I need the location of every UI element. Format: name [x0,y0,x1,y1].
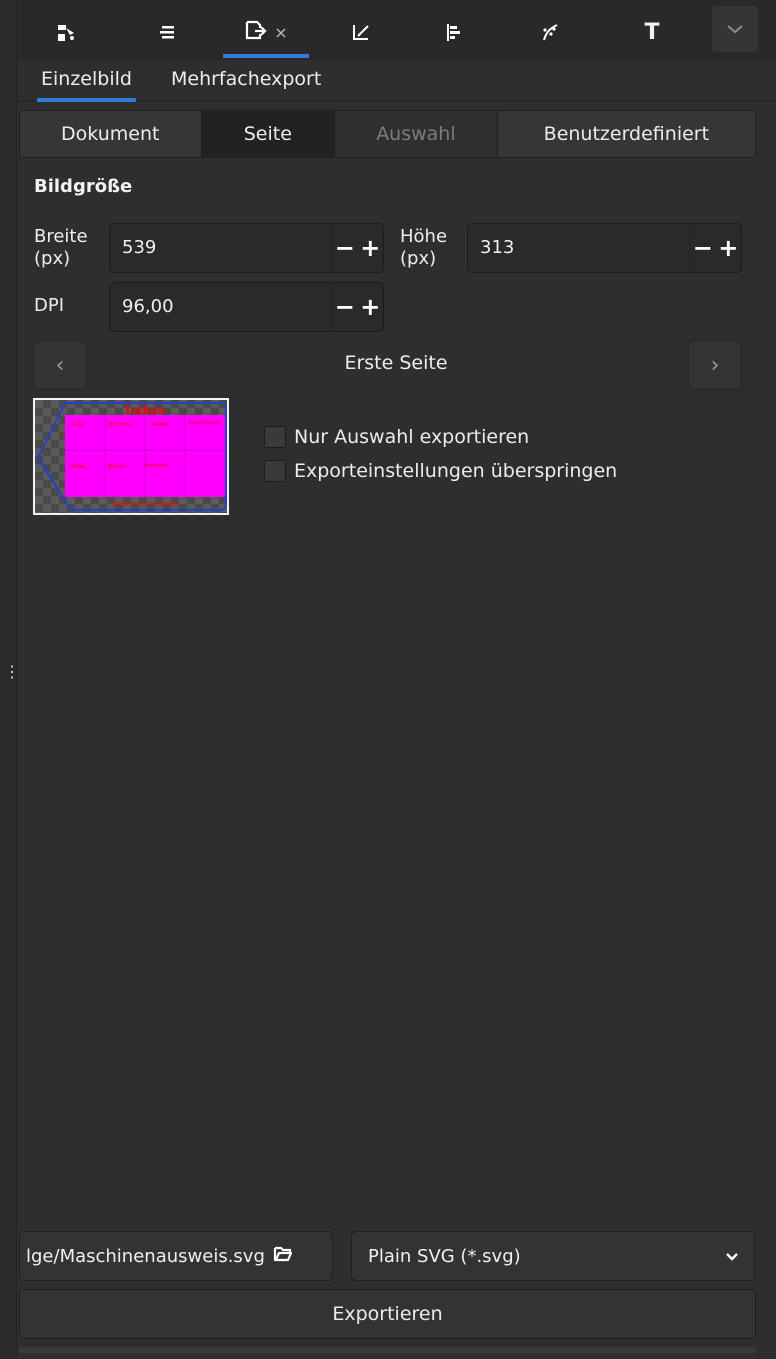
path-effects-icon[interactable] [515,8,585,56]
dock-gutter[interactable]: ⋮ [0,0,20,1359]
next-page-button[interactable]: › [688,340,742,390]
xml-editor-icon[interactable] [326,8,396,56]
previous-page-button[interactable]: ‹ [33,340,87,390]
height-spinbox: 313 − + [467,223,742,273]
dpi-increment-button[interactable]: + [360,293,380,321]
progress-strip [19,1347,756,1353]
height-decrement-button[interactable]: − [693,234,713,262]
filename-field[interactable]: lge/Maschinenausweis.svg [19,1231,333,1281]
text-icon[interactable]: T [617,8,687,56]
preview-heading: Lukas [125,403,165,417]
dpi-decrement-button[interactable]: − [335,293,355,321]
selection-only-label: Nur Auswahl exportieren [294,426,530,448]
tab-batch-export[interactable]: Mehrfachexport [167,68,325,98]
selection-only-checkbox[interactable] [264,426,286,448]
page-label: Erste Seite [344,352,448,374]
preview-cell: Plotter [152,422,169,428]
folder-open-icon[interactable] [273,1245,293,1268]
align-icon[interactable] [418,8,488,56]
export-preview: Lukas Laser 3D-Druck Plotter Transfer­pr… [33,398,229,515]
area-document-button[interactable]: Dokument [20,111,202,157]
layers-icon[interactable] [133,8,203,56]
filename-input[interactable]: lge/Maschinenausweis.svg [26,1246,265,1267]
chevron-down-icon [727,25,743,34]
preview-cell: Transfer­presse [187,420,221,426]
width-decrement-button[interactable]: − [335,234,355,262]
preview-cell: Sticken [108,464,126,470]
height-label-text: Höhe [400,226,448,247]
export-icon [244,19,268,45]
drag-handle-icon[interactable]: ⋮ [4,664,20,688]
export-mode-tabs: Einzelbild Mehrfachexport [17,60,776,102]
area-selection-button[interactable]: Auswahl [335,111,498,157]
dpi-input[interactable]: 96,00 [122,283,174,331]
close-icon[interactable]: × [274,23,287,42]
width-input[interactable]: 539 [122,224,156,272]
width-increment-button[interactable]: + [360,234,380,262]
selection-only-option[interactable]: Nur Auswahl exportieren [264,426,529,448]
file-format-select[interactable]: Plain SVG (*.svg) [351,1231,755,1281]
dpi-label: DPI [34,295,65,316]
export-button[interactable]: Exportieren [19,1289,756,1339]
height-increment-button[interactable]: + [718,234,738,262]
chevron-left-icon: ‹ [55,352,65,378]
preview-cell: 3D-Druck [108,422,132,428]
export-area-selector: Dokument Seite Auswahl Benutzerdefiniert [19,110,756,158]
tab-export[interactable]: × [223,8,309,58]
area-page-button[interactable]: Seite [201,111,336,157]
dpi-spinbox: 96,00 − + [109,282,384,332]
height-input[interactable]: 313 [480,224,514,272]
file-format-value: Plain SVG (*.svg) [368,1245,521,1267]
more-tabs-button[interactable] [712,6,758,52]
width-label-text: Breite [34,226,88,247]
tab-single-image[interactable]: Einzelbild [37,68,136,102]
preview-footer: Maschinenausweis [112,500,178,508]
skip-settings-option[interactable]: Exporteinstellungen überspringen [264,460,617,482]
chevron-down-icon [726,1253,738,1261]
width-label: Breite (px) [34,226,88,270]
height-label: Höhe (px) [400,226,447,270]
dialog-tab-bar: × T [17,0,776,60]
export-panel: × T Einzelbild Mehrfachexport Dokument S… [17,0,776,1359]
height-unit-text: (px) [400,248,437,269]
width-unit-text: (px) [34,248,71,269]
preview-cell: Holzwerk [145,463,168,469]
skip-settings-label: Exporteinstellungen überspringen [294,460,618,482]
preview-cell: Nähen [71,464,87,470]
width-spinbox: 539 − + [109,223,384,273]
fill-stroke-icon[interactable] [31,8,101,56]
preview-cell: Laser [71,422,86,428]
image-size-heading: Bildgröße [34,176,133,197]
area-custom-button[interactable]: Benutzerdefiniert [497,111,755,157]
chevron-right-icon: › [710,352,720,378]
skip-settings-checkbox[interactable] [264,460,286,482]
preview-image: Lukas Laser 3D-Druck Plotter Transfer­pr… [35,400,227,513]
